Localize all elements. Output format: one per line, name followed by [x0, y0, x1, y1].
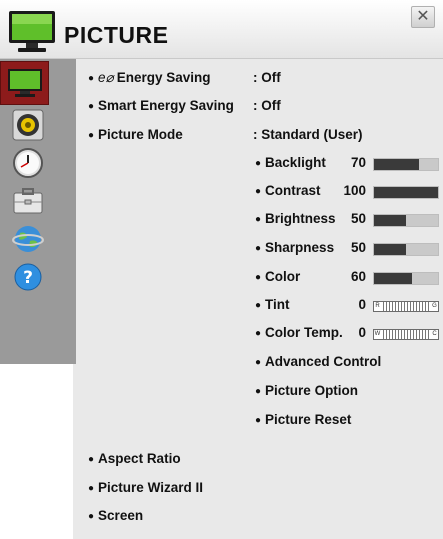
- smart-energy-saving-label: Smart Energy Saving: [98, 98, 234, 113]
- bullet-icon: ●: [88, 454, 95, 465]
- menu-item-color[interactable]: ● Color: [255, 269, 300, 284]
- menu-header: PICTURE ✕: [0, 0, 443, 59]
- globe-icon: [12, 226, 44, 252]
- menu-item-backlight[interactable]: ● Backlight: [255, 155, 326, 170]
- eco-icon: e⌀: [98, 70, 114, 85]
- picture-reset-label: Picture Reset: [265, 412, 352, 427]
- bullet-icon: ●: [88, 483, 95, 494]
- brightness-bar-fill: [374, 215, 406, 226]
- color-temp-label: Color Temp.: [265, 325, 343, 340]
- svg-text:?: ?: [23, 268, 33, 288]
- menu-item-aspect-ratio[interactable]: ● Aspect Ratio: [88, 451, 181, 466]
- tint-slider[interactable]: R G: [373, 301, 439, 312]
- aspect-ratio-label: Aspect Ratio: [98, 451, 181, 466]
- sharpness-bar[interactable]: [373, 243, 439, 256]
- bullet-icon: ●: [255, 272, 262, 283]
- contrast-label: Contrast: [265, 183, 321, 198]
- advanced-control-label: Advanced Control: [265, 354, 382, 369]
- category-sidebar: ?: [0, 59, 76, 364]
- page-title: PICTURE: [64, 22, 169, 48]
- menu-item-picture-wizard[interactable]: ● Picture Wizard II: [88, 480, 203, 495]
- color-temp-left-cap: W: [374, 330, 381, 339]
- bullet-icon: ●: [88, 73, 95, 84]
- sidebar-item-picture[interactable]: [0, 61, 49, 105]
- sidebar-item-network[interactable]: [10, 221, 46, 257]
- menu-item-picture-reset[interactable]: ● Picture Reset: [255, 412, 351, 427]
- menu-item-picture-option[interactable]: ● Picture Option: [255, 383, 358, 398]
- bullet-icon: ●: [255, 328, 262, 339]
- menu-item-sharpness[interactable]: ● Sharpness: [255, 240, 334, 255]
- bullet-icon: ●: [255, 214, 262, 225]
- sidebar-item-option[interactable]: [10, 183, 46, 219]
- bullet-icon: ●: [255, 300, 262, 311]
- sidebar-item-support[interactable]: ?: [10, 259, 46, 295]
- bullet-icon: ●: [255, 357, 262, 368]
- backlight-bar[interactable]: [373, 158, 439, 171]
- contrast-value: 100: [343, 183, 366, 198]
- sidebar-item-time[interactable]: [10, 145, 46, 181]
- brightness-label: Brightness: [265, 211, 336, 226]
- backlight-label: Backlight: [265, 155, 326, 170]
- contrast-bar[interactable]: [373, 186, 439, 199]
- menu-item-energy-saving[interactable]: ● e⌀ Energy Saving: [88, 70, 210, 86]
- picture-menu-panel: PICTURE ✕ ? ● e⌀ Energy Saving: Off ● S…: [0, 0, 443, 539]
- clock-icon: [13, 148, 43, 178]
- bullet-icon: ●: [255, 158, 262, 169]
- bullet-icon: ●: [88, 130, 95, 141]
- bullet-icon: ●: [255, 243, 262, 254]
- bullet-icon: ●: [255, 386, 262, 397]
- screen-label: Screen: [98, 508, 144, 523]
- tv-icon: [9, 11, 55, 52]
- sharpness-value: 50: [350, 240, 366, 255]
- contrast-bar-fill: [374, 187, 438, 198]
- bullet-icon: ●: [88, 101, 95, 112]
- bullet-icon: ●: [255, 186, 262, 197]
- help-icon: ?: [14, 263, 42, 291]
- sidebar-blank-area: [0, 364, 73, 539]
- menu-item-smart-energy-saving[interactable]: ● Smart Energy Saving: [88, 98, 234, 113]
- color-temp-slider[interactable]: W C: [373, 329, 439, 340]
- sidebar-item-audio[interactable]: [10, 107, 46, 143]
- energy-saving-value: : Off: [253, 70, 281, 85]
- bullet-icon: ●: [255, 415, 262, 426]
- brightness-bar[interactable]: [373, 214, 439, 227]
- speaker-icon: [12, 109, 44, 141]
- color-bar[interactable]: [373, 272, 439, 285]
- color-temp-value: 0: [358, 325, 366, 340]
- picture-option-label: Picture Option: [265, 383, 359, 398]
- color-temp-right-cap: C: [431, 330, 438, 339]
- menu-item-color-temp[interactable]: ● Color Temp.: [255, 325, 343, 340]
- menu-item-screen[interactable]: ● Screen: [88, 508, 143, 523]
- energy-saving-label: Energy Saving: [116, 70, 211, 85]
- close-icon: ✕: [416, 8, 430, 25]
- tint-label: Tint: [265, 297, 290, 312]
- backlight-value: 70: [350, 155, 366, 170]
- picture-category-icon: [7, 69, 42, 97]
- smart-energy-saving-value: : Off: [253, 98, 281, 113]
- color-bar-fill: [374, 273, 413, 284]
- picture-mode-value: : Standard (User): [253, 127, 363, 142]
- toolbox-icon: [13, 188, 43, 214]
- menu-item-tint[interactable]: ● Tint: [255, 297, 290, 312]
- menu-item-picture-mode[interactable]: ● Picture Mode: [88, 127, 183, 142]
- bullet-icon: ●: [88, 511, 95, 522]
- picture-wizard-label: Picture Wizard II: [98, 480, 203, 495]
- brightness-value: 50: [350, 211, 366, 226]
- close-button[interactable]: ✕: [411, 6, 435, 28]
- backlight-bar-fill: [374, 159, 419, 170]
- menu-item-brightness[interactable]: ● Brightness: [255, 211, 336, 226]
- tint-left-cap: R: [374, 302, 381, 311]
- menu-item-contrast[interactable]: ● Contrast: [255, 183, 321, 198]
- tint-value: 0: [358, 297, 366, 312]
- sharpness-bar-fill: [374, 244, 406, 255]
- color-label: Color: [265, 269, 301, 284]
- tint-right-cap: G: [431, 302, 438, 311]
- color-value: 60: [350, 269, 366, 284]
- menu-item-advanced-control[interactable]: ● Advanced Control: [255, 354, 381, 369]
- sharpness-label: Sharpness: [265, 240, 335, 255]
- picture-mode-label: Picture Mode: [98, 127, 183, 142]
